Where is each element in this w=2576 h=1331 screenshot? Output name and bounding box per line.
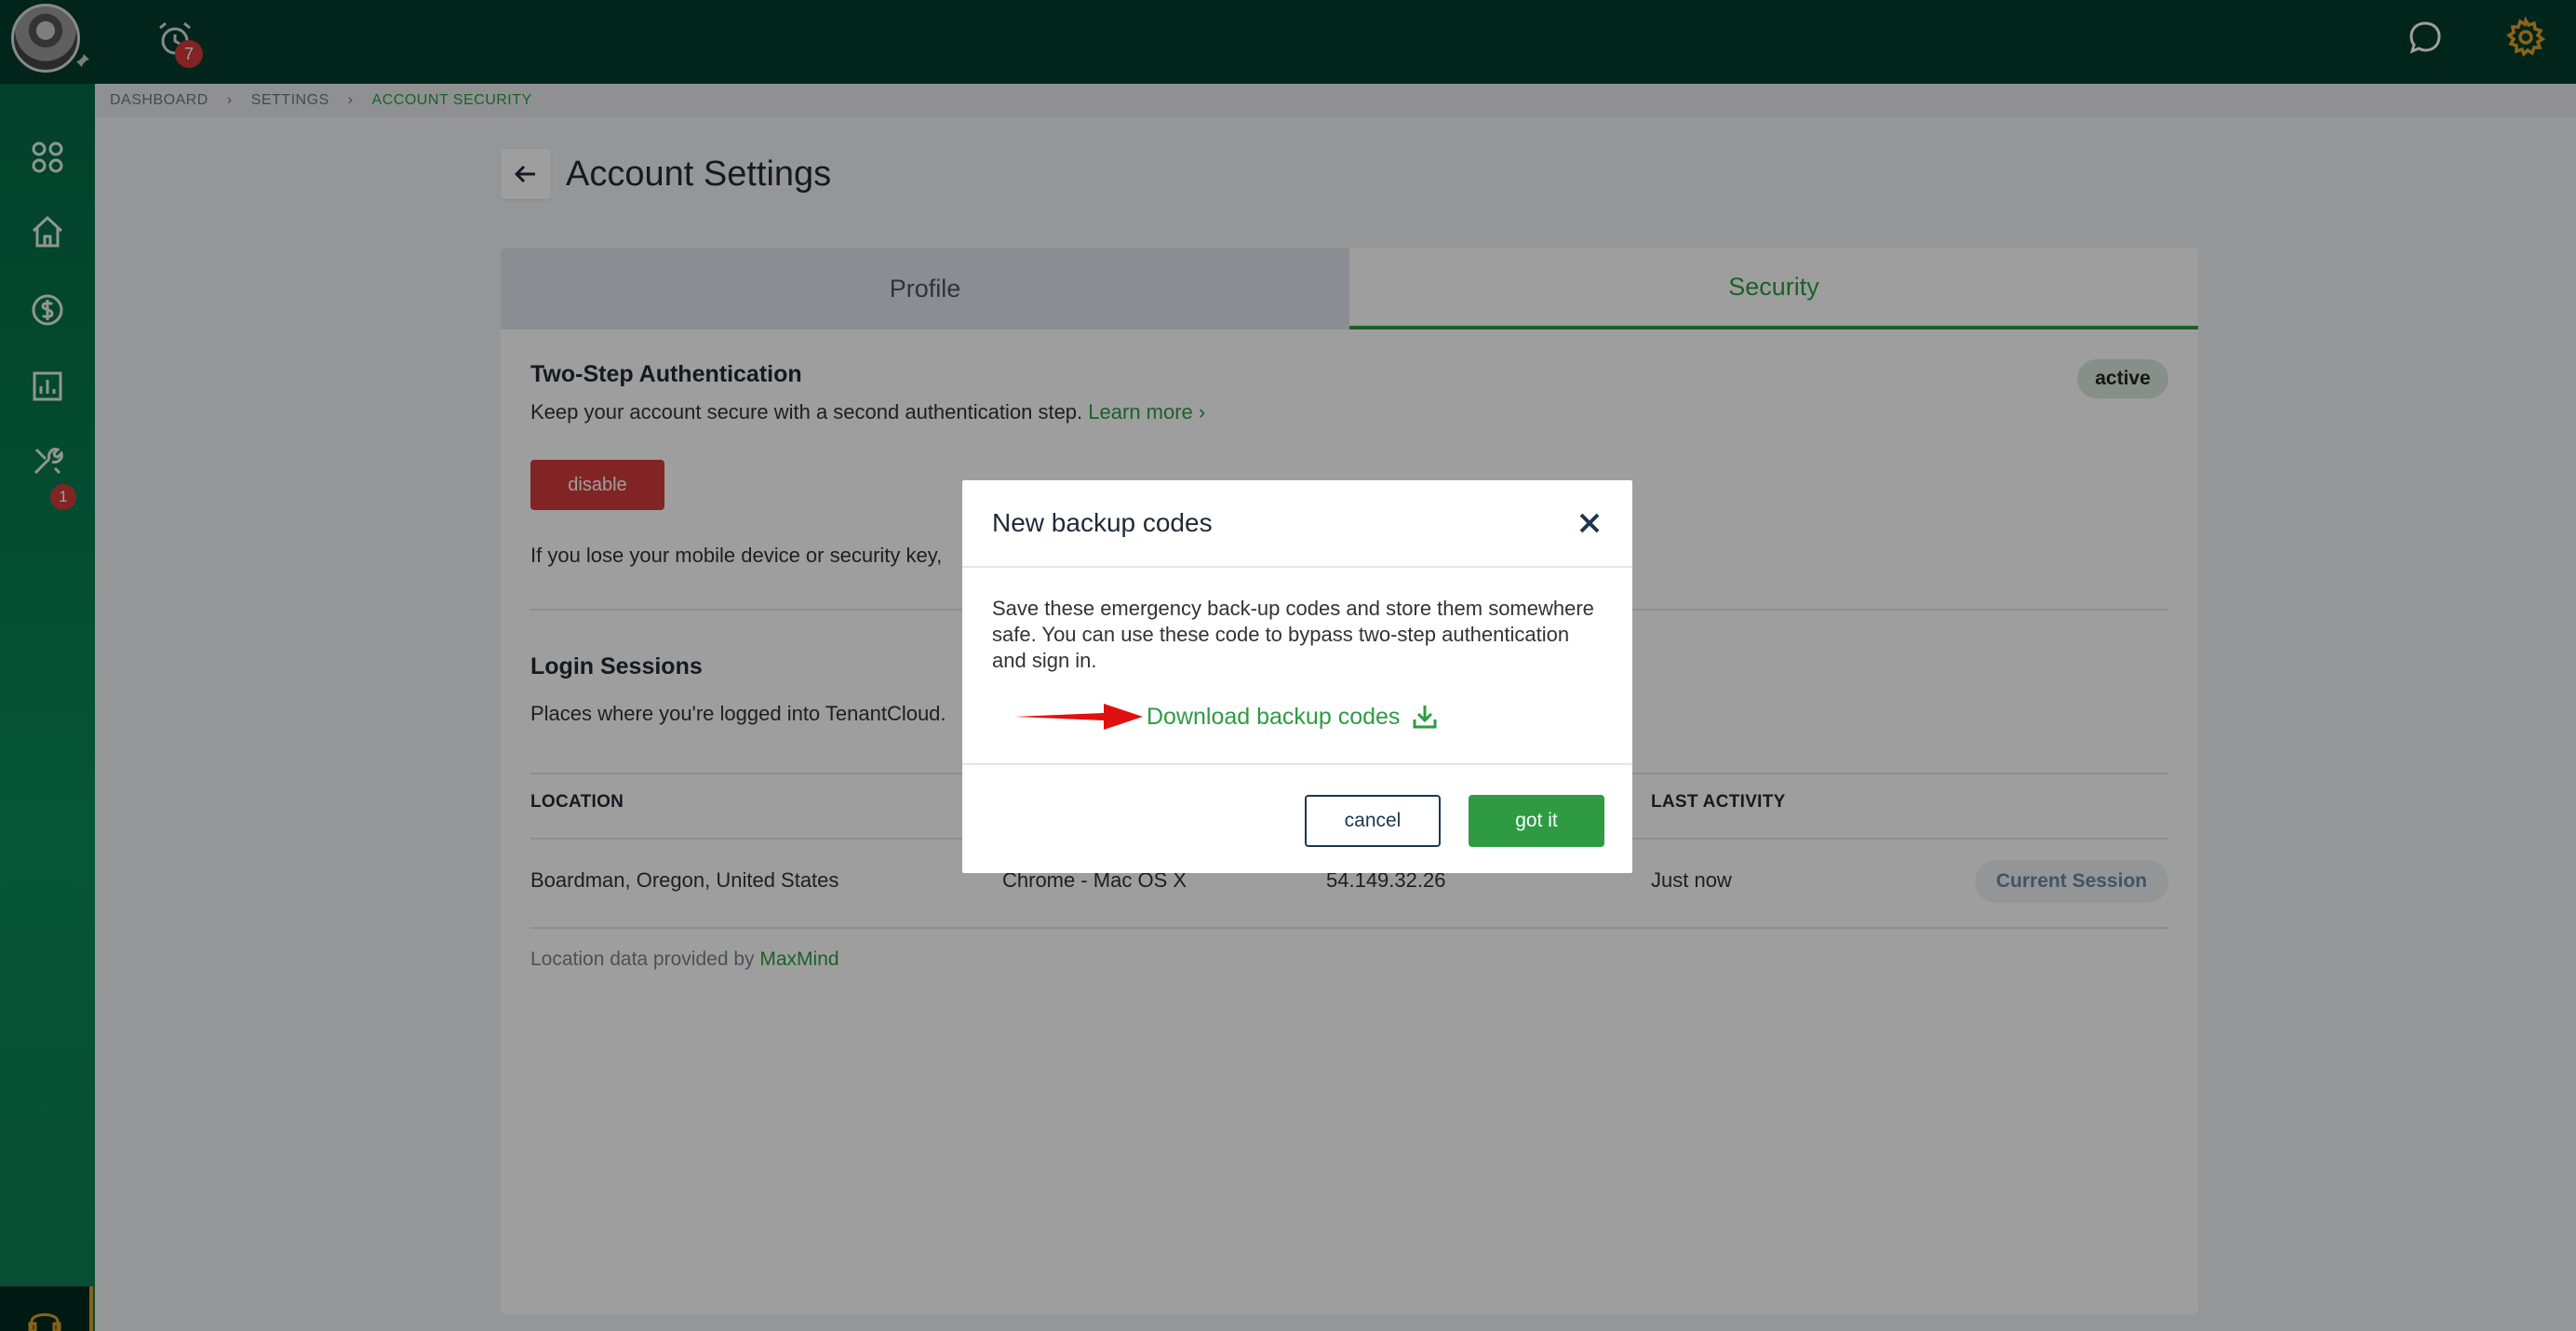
red-arrow-annotation [1014, 704, 1143, 730]
cancel-button[interactable]: cancel [1305, 795, 1441, 847]
modal-body-text: Save these emergency back-up codes and s… [992, 597, 1594, 672]
modal-header: New backup codes [962, 480, 1632, 568]
modal-divider [962, 763, 1632, 765]
backup-codes-modal: New backup codes Save these emergency ba… [962, 480, 1632, 873]
download-row: Download backup codes [1014, 698, 1439, 735]
download-backup-codes-link[interactable]: Download backup codes [1147, 704, 1400, 731]
download-icon[interactable] [1411, 703, 1439, 731]
got-it-button[interactable]: got it [1469, 795, 1604, 847]
modal-title: New backup codes [992, 508, 1213, 537]
close-icon[interactable] [1573, 506, 1606, 540]
